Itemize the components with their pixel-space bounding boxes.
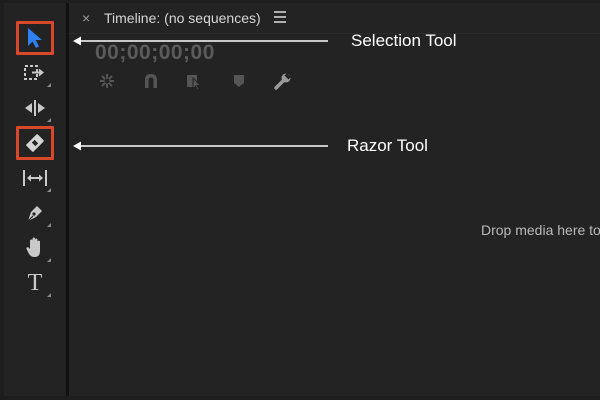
- razor-tool-button[interactable]: [16, 126, 54, 160]
- selection-tool-button[interactable]: [16, 21, 54, 55]
- linked-selection-icon: [187, 75, 202, 90]
- insert-nested-icon: [100, 74, 114, 88]
- panel-menu-icon[interactable]: [274, 11, 286, 23]
- add-marker-icon: [234, 75, 244, 87]
- tool-flyout-indicator: [47, 118, 51, 122]
- type-tool-button[interactable]: T: [16, 266, 54, 300]
- selection-callout-arrow: [73, 36, 328, 46]
- ripple-edit-icon: [25, 100, 45, 116]
- razor-blade-icon: [26, 134, 44, 152]
- timeline-title: Timeline: (no sequences): [104, 10, 261, 26]
- tool-flyout-indicator: [47, 293, 51, 297]
- hand-icon: [26, 237, 40, 257]
- drop-media-hint: Drop media here to: [481, 222, 600, 238]
- track-select-forward-icon: [24, 65, 44, 80]
- razor-callout-arrow: [73, 141, 328, 151]
- tool-flyout-indicator: [47, 258, 51, 262]
- add-marker-button[interactable]: [227, 70, 251, 92]
- tool-flyout-indicator: [47, 188, 51, 192]
- hand-tool-button[interactable]: [16, 231, 54, 265]
- app-window: T × Timeline: (no sequences) 00;00;00;00: [0, 0, 600, 400]
- pen-tool-button[interactable]: [16, 196, 54, 230]
- snap-magnet-icon: [145, 74, 157, 88]
- pen-icon: [27, 206, 42, 222]
- tool-flyout-indicator: [47, 223, 51, 227]
- insert-nested-button[interactable]: [95, 70, 119, 92]
- tools-panel: T: [4, 3, 66, 396]
- razor-tool-callout: Razor Tool: [347, 136, 428, 155]
- timeline-settings-button[interactable]: [271, 70, 295, 92]
- close-tab-icon[interactable]: ×: [82, 10, 90, 26]
- slip-icon: [23, 170, 47, 186]
- tool-flyout-indicator: [47, 83, 51, 87]
- type-icon: T: [27, 270, 43, 296]
- snap-button[interactable]: [139, 70, 163, 92]
- ripple-edit-tool-button[interactable]: [16, 91, 54, 125]
- slip-tool-button[interactable]: [16, 161, 54, 195]
- timeline-tab[interactable]: × Timeline: (no sequences): [69, 3, 600, 33]
- arrow-pointer-icon: [28, 28, 42, 48]
- wrench-icon: [274, 73, 291, 90]
- track-select-tool-button[interactable]: [16, 56, 54, 90]
- timeline-panel: × Timeline: (no sequences) 00;00;00;00 D…: [69, 3, 600, 396]
- linked-selection-button[interactable]: [183, 70, 207, 92]
- selection-tool-callout: Selection Tool: [351, 31, 457, 50]
